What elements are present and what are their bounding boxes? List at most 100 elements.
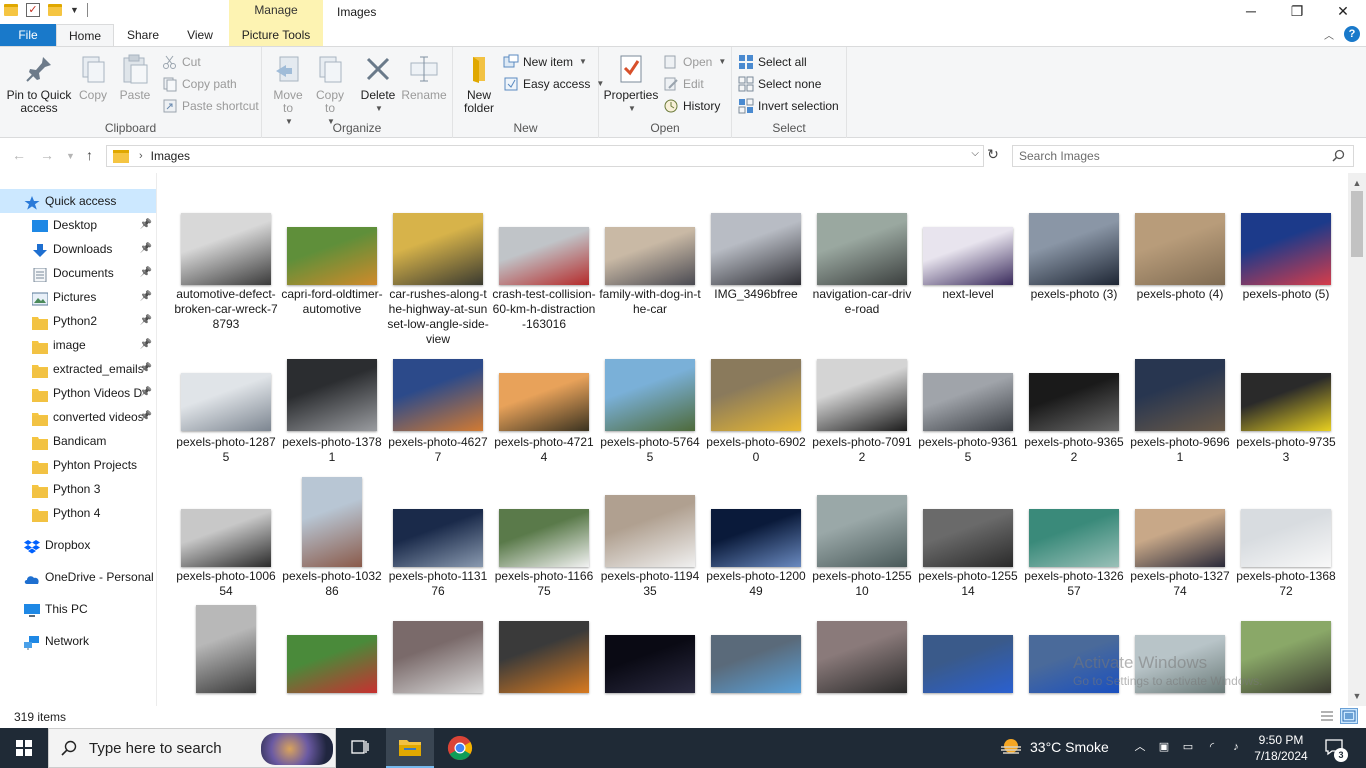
paste-icon — [119, 53, 151, 85]
tab-view[interactable]: View — [172, 24, 228, 46]
folder-icon[interactable] — [4, 4, 18, 16]
vertical-scrollbar[interactable]: ▲ ▼ — [1348, 173, 1366, 706]
pin-icon[interactable]: 📌 — [140, 237, 152, 261]
open-button[interactable]: Open ▼ — [663, 52, 726, 72]
rename-icon — [408, 53, 440, 85]
select-all-button[interactable]: Select all — [738, 52, 807, 72]
breadcrumb-chevron-icon[interactable]: › — [139, 150, 143, 162]
paste-shortcut-button[interactable]: Paste shortcut — [162, 96, 259, 116]
back-arrow-icon[interactable]: ← — [12, 147, 26, 163]
pin-icon[interactable]: 📌 — [140, 357, 152, 381]
tab-picture-tools[interactable]: Picture Tools — [229, 24, 323, 46]
file-name: navigation-car-drive-road — [812, 287, 912, 316]
breadcrumb-current[interactable]: Images — [151, 149, 190, 163]
select-none-button[interactable]: Select none — [738, 74, 821, 94]
minimize-button[interactable]: ─ — [1228, 0, 1274, 24]
taskbar-clock[interactable]: 9:50 PM 7/18/2024 — [1248, 732, 1314, 764]
new-folder-icon[interactable] — [48, 4, 62, 16]
new-item-button[interactable]: New item ▼ — [503, 52, 587, 72]
tab-file[interactable]: File — [0, 24, 56, 46]
recent-locations-chevron-icon[interactable]: ▼ — [66, 151, 75, 161]
pin-icon[interactable]: 📌 — [140, 285, 152, 309]
pin-icon[interactable]: 📌 — [140, 381, 152, 405]
scroll-thumb[interactable] — [1351, 191, 1363, 257]
start-button[interactable] — [0, 728, 48, 768]
sidebar-item-desktop[interactable]: Desktop 📌 — [0, 213, 156, 237]
search-icon[interactable] — [1332, 149, 1345, 162]
tab-home[interactable]: Home — [56, 24, 114, 46]
details-view-icon[interactable] — [1318, 708, 1336, 724]
edit-button[interactable]: Edit — [663, 74, 704, 94]
sidebar-item-onedrive-personal[interactable]: OneDrive - Personal — [0, 565, 156, 589]
properties-check-icon[interactable]: ✓ — [26, 3, 40, 17]
easy-access-label: Easy access — [523, 77, 591, 91]
copy-button[interactable]: Copy — [74, 53, 112, 102]
thumbnail-image — [923, 509, 1013, 567]
sidebar-item-quick-access[interactable]: Quick access — [0, 189, 156, 213]
search-input[interactable] — [1019, 146, 1319, 166]
sidebar-item-this-pc[interactable]: This PC — [0, 597, 156, 621]
help-icon[interactable]: ? — [1344, 26, 1360, 42]
pin-to-quick-access-button[interactable]: Pin to Quick access — [4, 53, 74, 115]
sidebar-item-converted-videos[interactable]: converted videos 📌 — [0, 405, 156, 429]
cut-button[interactable]: Cut — [162, 52, 201, 72]
collapse-ribbon-chevron-icon[interactable]: ︿ — [1324, 27, 1334, 42]
address-dropdown-chevron-icon[interactable]: ⌵ — [971, 148, 979, 159]
scroll-down-arrow-icon[interactable]: ▼ — [1348, 688, 1366, 704]
move-to-button[interactable]: Move to ▼ — [268, 53, 308, 128]
sidebar-item-python-3[interactable]: Python 3 — [0, 477, 156, 501]
volume-icon[interactable]: ♪ — [1229, 740, 1243, 754]
search-box[interactable] — [1012, 145, 1354, 167]
copy-to-button[interactable]: Copy to ▼ — [310, 53, 350, 128]
refresh-icon[interactable]: ↻ — [985, 146, 1001, 166]
copy-path-button[interactable]: Copy path — [162, 74, 237, 94]
pin-icon[interactable]: 📌 — [140, 333, 152, 357]
manage-context-tab[interactable]: Manage — [229, 0, 323, 24]
weather-haze-icon[interactable] — [1000, 738, 1022, 756]
up-arrow-icon[interactable]: ↑ — [86, 147, 93, 163]
weather-text[interactable]: 33°C Smoke — [1030, 739, 1109, 755]
sidebar-item-extracted-emails[interactable]: extracted_emails 📌 — [0, 357, 156, 381]
pin-icon[interactable]: 📌 — [140, 309, 152, 333]
file-explorer-taskbar-button[interactable] — [386, 728, 434, 768]
tab-share[interactable]: Share — [114, 24, 172, 46]
easy-access-button[interactable]: Easy access ▼ — [503, 74, 604, 94]
sidebar-item-python-4[interactable]: Python 4 — [0, 501, 156, 525]
close-button[interactable]: ✕ — [1320, 0, 1366, 24]
task-view-button[interactable] — [336, 728, 384, 768]
properties-button[interactable]: Properties ▼ — [603, 53, 659, 115]
chrome-taskbar-button[interactable] — [436, 728, 484, 768]
paste-button[interactable]: Paste — [116, 53, 154, 102]
meet-now-icon[interactable]: ▣ — [1157, 740, 1171, 754]
folder-icon — [32, 338, 48, 354]
pin-icon[interactable]: 📌 — [140, 261, 152, 285]
sidebar-item-python-videos-d[interactable]: Python Videos D 📌 — [0, 381, 156, 405]
forward-arrow-icon[interactable]: → — [40, 147, 54, 163]
invert-selection-button[interactable]: Invert selection — [738, 96, 839, 116]
scroll-up-arrow-icon[interactable]: ▲ — [1348, 175, 1366, 191]
rename-button[interactable]: Rename — [400, 53, 448, 102]
battery-icon[interactable]: ▭ — [1181, 740, 1195, 754]
maximize-button[interactable]: ❐ — [1274, 0, 1320, 24]
new-folder-button[interactable]: New folder — [457, 53, 501, 115]
sidebar-item-network[interactable]: Network — [0, 629, 156, 653]
file-thumbnail — [1022, 471, 1126, 567]
sidebar-item-python2[interactable]: Python2 📌 — [0, 309, 156, 333]
pin-icon[interactable]: 📌 — [140, 213, 152, 237]
customize-toolbar-chevron-icon[interactable]: ▼ — [70, 5, 79, 15]
show-hidden-icons-chevron-icon[interactable]: ︿ — [1133, 740, 1147, 754]
sidebar-item-downloads[interactable]: Downloads 📌 — [0, 237, 156, 261]
pin-icon[interactable]: 📌 — [140, 405, 152, 429]
large-icons-view-icon[interactable] — [1340, 708, 1358, 724]
sidebar-item-pyhton-projects[interactable]: Pyhton Projects — [0, 453, 156, 477]
sidebar-item-documents[interactable]: Documents 📌 — [0, 261, 156, 285]
delete-button[interactable]: Delete ▼ — [358, 53, 398, 115]
taskbar-search[interactable]: Type here to search — [48, 728, 336, 768]
sidebar-item-bandicam[interactable]: Bandicam — [0, 429, 156, 453]
wifi-icon[interactable]: ◜ — [1205, 740, 1219, 754]
sidebar-item-dropbox[interactable]: Dropbox — [0, 533, 156, 557]
sidebar-item-pictures[interactable]: Pictures 📌 — [0, 285, 156, 309]
sidebar-item-image[interactable]: image 📌 — [0, 333, 156, 357]
history-button[interactable]: History — [663, 96, 720, 116]
address-bar[interactable]: › Images ⌵ — [106, 145, 984, 167]
